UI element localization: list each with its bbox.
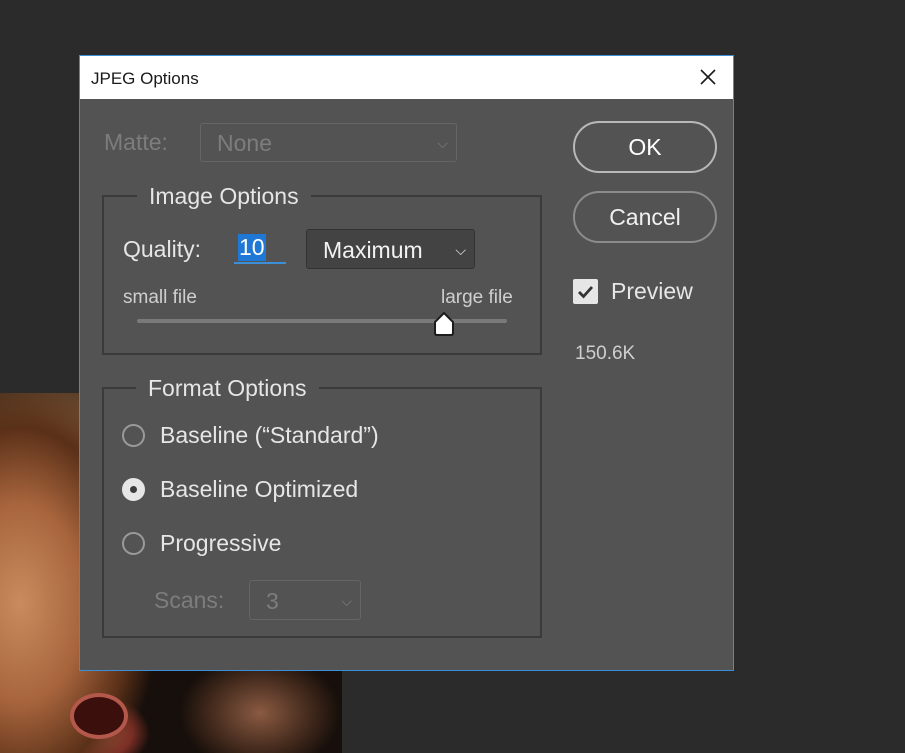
file-size-readout: 150.6K: [575, 343, 636, 364]
slider-min-label: small file: [123, 287, 197, 308]
image-options-legend: Image Options: [137, 183, 311, 210]
format-options-legend: Format Options: [136, 375, 319, 402]
scans-value: 3: [266, 588, 279, 614]
scans-label: Scans:: [154, 587, 225, 613]
chevron-down-icon: ⌵: [437, 135, 448, 151]
jpeg-options-dialog: JPEG Options Matte: None ⌵ Image Options…: [79, 55, 734, 671]
close-icon[interactable]: [697, 66, 719, 88]
matte-label: Matte:: [104, 129, 168, 155]
quality-input[interactable]: 10: [234, 234, 286, 264]
quality-label: Quality:: [123, 236, 201, 262]
quality-preset-value: Maximum: [323, 237, 423, 263]
quality-value: 10: [238, 234, 266, 261]
radio-baseline-optimized[interactable]: [122, 478, 145, 501]
radio-baseline-standard[interactable]: [122, 424, 145, 447]
cancel-button[interactable]: Cancel: [573, 191, 717, 243]
checkmark-icon: [578, 286, 594, 299]
image-options-group: [102, 195, 542, 355]
matte-select[interactable]: None ⌵: [200, 123, 457, 162]
scans-select[interactable]: 3 ⌵: [249, 580, 361, 620]
radio-progressive-label[interactable]: Progressive: [160, 530, 281, 557]
matte-value: None: [217, 130, 272, 156]
photo-mouth: [70, 693, 128, 739]
chevron-down-icon: ⌵: [455, 242, 466, 258]
slider-max-label: large file: [441, 287, 513, 308]
title-bar: JPEG Options: [80, 56, 733, 99]
dialog-title: JPEG Options: [91, 69, 199, 88]
radio-baseline-optimized-label[interactable]: Baseline Optimized: [160, 476, 358, 503]
radio-progressive[interactable]: [122, 532, 145, 555]
quality-preset-select[interactable]: Maximum ⌵: [306, 229, 475, 269]
ok-button[interactable]: OK: [573, 121, 717, 173]
chevron-down-icon: ⌵: [341, 593, 352, 609]
slider-thumb-icon[interactable]: [432, 311, 456, 337]
radio-baseline-standard-label[interactable]: Baseline (“Standard”): [160, 422, 379, 449]
preview-checkbox[interactable]: [573, 279, 598, 304]
preview-label[interactable]: Preview: [611, 278, 693, 305]
